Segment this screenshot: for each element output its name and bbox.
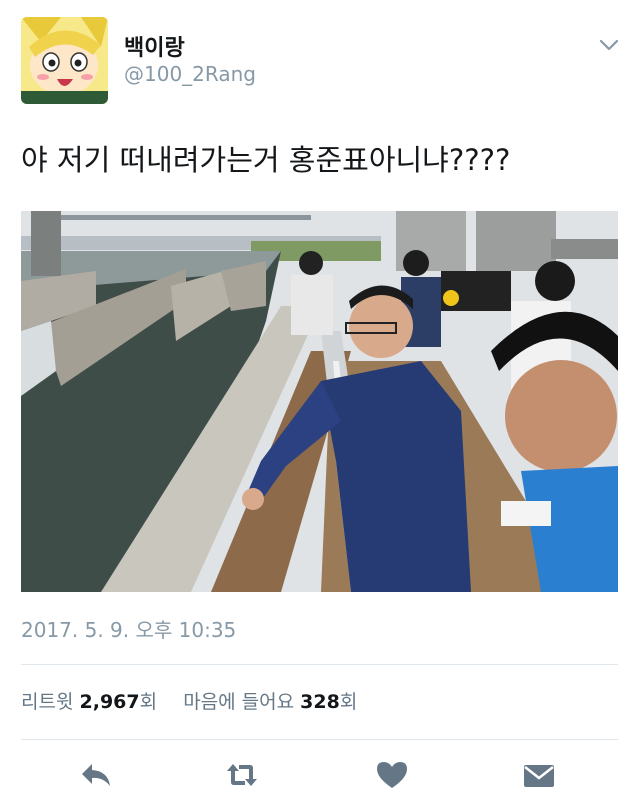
avatar-illustration (21, 17, 108, 104)
retweet-stat[interactable]: 리트윗 2,967회 (21, 691, 163, 713)
like-stat[interactable]: 마음에 들어요 328회 (183, 691, 357, 713)
divider-bottom (21, 739, 618, 740)
divider-top (21, 664, 618, 665)
like-unit: 회 (339, 691, 358, 713)
retweet-unit: 회 (139, 691, 158, 713)
tweet-stats: 리트윗 2,967회 마음에 들어요 328회 (21, 687, 357, 714)
tweet-text: 야 저기 떠내려가는거 홍준표아니냐???? (21, 143, 511, 177)
like-count: 328 (300, 691, 340, 713)
like-label: 마음에 들어요 (183, 691, 295, 713)
chevron-down-icon[interactable] (598, 37, 620, 53)
tweet-header: 백이랑 @100_2Rang (0, 0, 639, 110)
retweet-icon[interactable] (225, 760, 259, 790)
reply-icon[interactable] (79, 760, 113, 790)
tweet-photo[interactable] (21, 211, 618, 592)
retweet-label: 리트윗 (21, 691, 74, 713)
user-handle[interactable]: @100_2Rang (124, 62, 256, 86)
display-name[interactable]: 백이랑 (124, 30, 185, 62)
photo-illustration (21, 211, 618, 592)
envelope-icon[interactable] (522, 760, 556, 790)
avatar[interactable] (21, 17, 108, 104)
retweet-count: 2,967 (79, 691, 140, 713)
tweet-timestamp: 2017. 5. 9. 오후 10:35 (21, 618, 237, 642)
action-bar (0, 752, 639, 797)
heart-icon[interactable] (375, 760, 409, 790)
